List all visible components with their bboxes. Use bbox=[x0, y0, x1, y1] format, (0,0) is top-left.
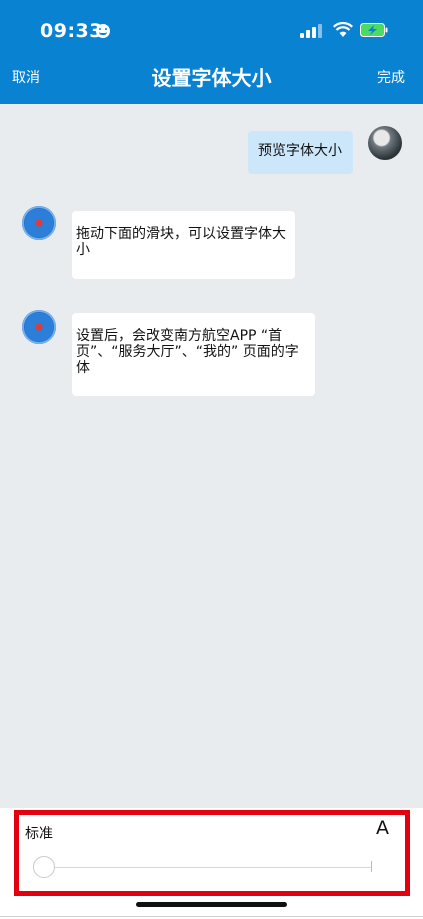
user-message-bubble: 预览字体大小 bbox=[248, 131, 353, 174]
nav-bar: 设置字体大小 取消 完成 bbox=[0, 62, 423, 104]
page-title: 设置字体大小 bbox=[151, 66, 272, 90]
user-avatar bbox=[368, 126, 402, 160]
large-font-indicator: A bbox=[376, 817, 389, 839]
status-bar: 09:33 bbox=[0, 0, 423, 62]
app-header: 09:33 设置字体大小 取消 完成 bbox=[0, 0, 423, 104]
font-size-slider-track[interactable] bbox=[50, 867, 372, 868]
font-size-slider-thumb[interactable] bbox=[33, 856, 55, 878]
bot-message-bubble: 设置后，会改变南方航空APP “首页”、“服务大厅”、“我的” 页面的字体 bbox=[72, 313, 315, 396]
airline-logo-avatar bbox=[22, 310, 56, 344]
divider bbox=[0, 916, 423, 917]
font-size-label: 标准 bbox=[25, 826, 53, 842]
home-indicator bbox=[136, 902, 287, 907]
wifi-icon bbox=[333, 22, 353, 37]
airline-logo-avatar bbox=[22, 206, 56, 240]
face-icon bbox=[96, 24, 110, 38]
bot-message-bubble: 拖动下面的滑块，可以设置字体大小 bbox=[72, 211, 295, 279]
status-time: 09:33 bbox=[40, 20, 103, 42]
done-button[interactable]: 完成 bbox=[377, 67, 405, 87]
battery-charging-icon bbox=[360, 23, 388, 37]
slider-end-tick bbox=[371, 861, 372, 872]
highlight-box bbox=[14, 810, 410, 896]
cancel-button[interactable]: 取消 bbox=[12, 67, 40, 87]
signal-icon bbox=[300, 24, 322, 38]
